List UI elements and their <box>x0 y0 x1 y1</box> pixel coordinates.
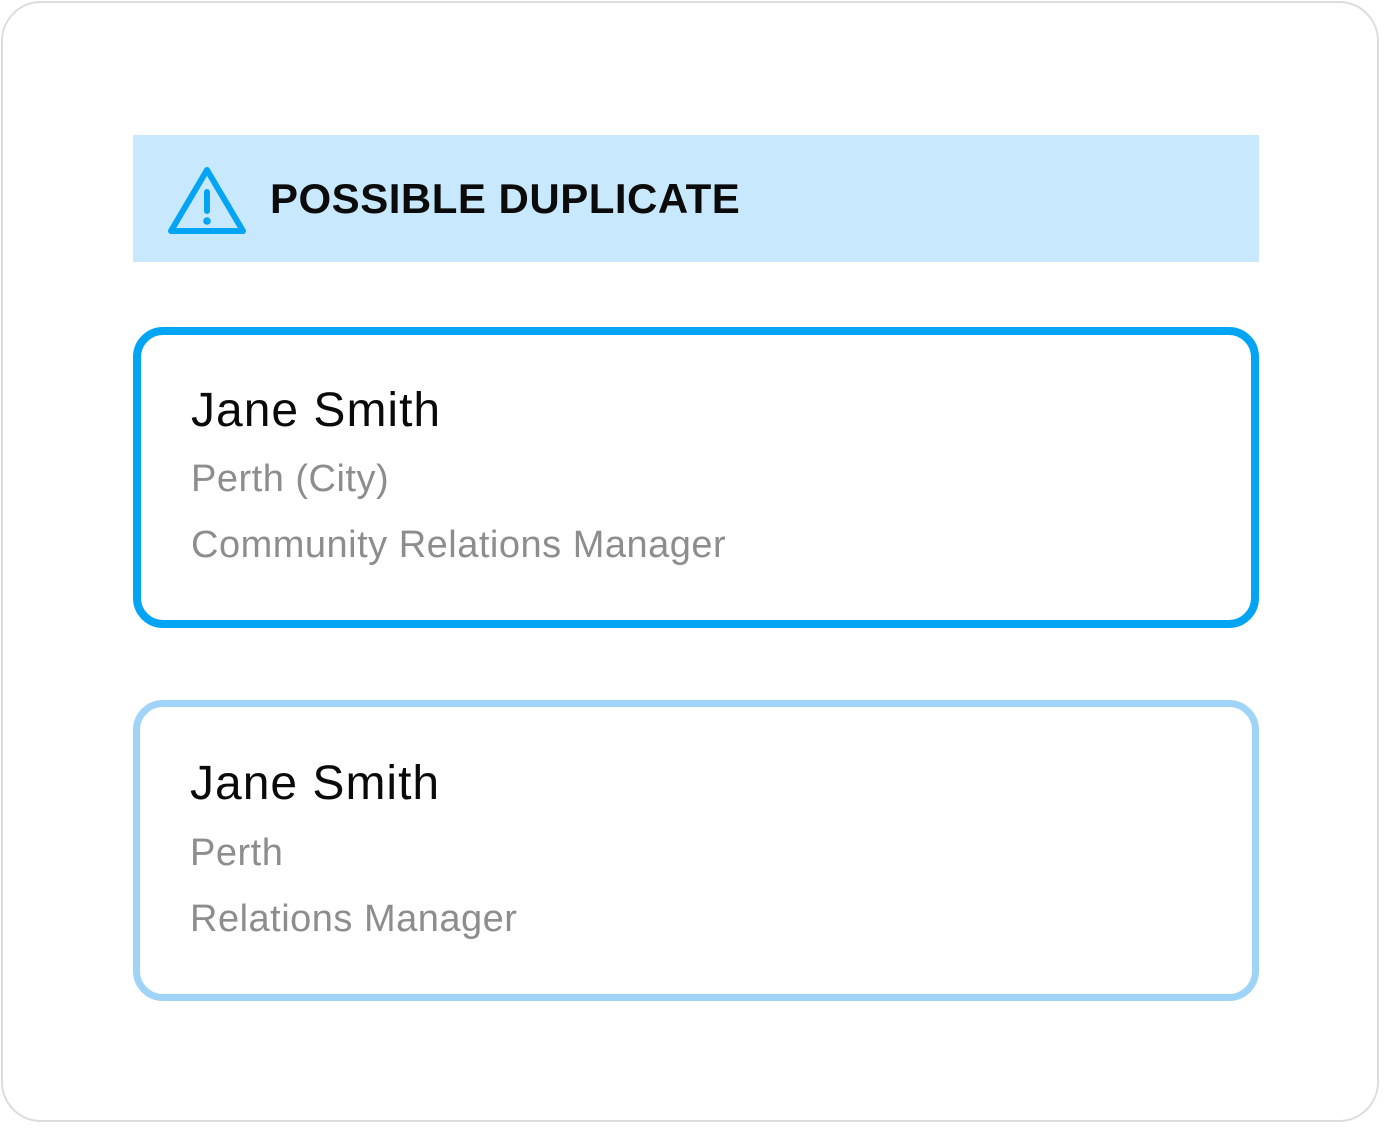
record-role: Community Relations Manager <box>191 524 727 566</box>
record-role: Relations Manager <box>190 898 518 940</box>
duplicate-check-panel: POSSIBLE DUPLICATE Jane Smith Perth (Cit… <box>1 1 1379 1122</box>
possible-duplicate-banner: POSSIBLE DUPLICATE <box>133 135 1259 262</box>
record-name: Jane Smith <box>191 384 442 437</box>
banner-title: POSSIBLE DUPLICATE <box>270 175 741 222</box>
record-location: Perth (City) <box>191 458 390 500</box>
record-location: Perth <box>190 832 284 874</box>
record-card-primary[interactable]: Jane Smith Perth (City) Community Relati… <box>133 327 1259 628</box>
record-name: Jane Smith <box>190 757 441 810</box>
record-card-duplicate[interactable]: Jane Smith Perth Relations Manager <box>133 700 1259 1001</box>
warning-triangle-icon <box>167 165 247 237</box>
